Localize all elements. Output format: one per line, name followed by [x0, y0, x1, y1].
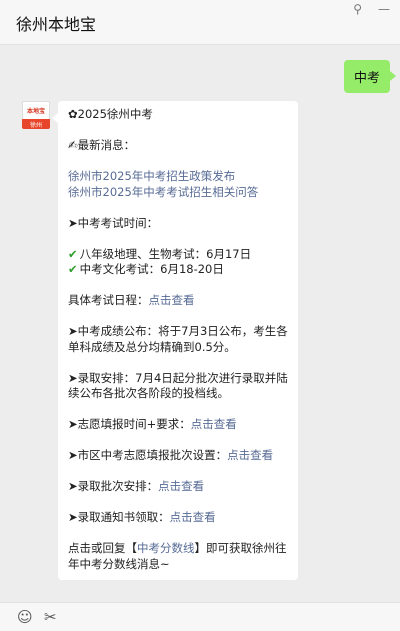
emoji-icon[interactable]: ☺ [17, 608, 33, 626]
input-toolbar: ☺ ✂ [0, 602, 400, 631]
minimize-icon[interactable]: — [378, 2, 390, 16]
title-bar: 徐州本地宝 ⚲ — [0, 0, 400, 45]
results-text: ➤中考成绩公布：将于7月3日公布，考生各单科成绩及总分均精确到0.5分。 [68, 324, 288, 354]
district-line: ➤市区中考志愿填报批次设置：点击查看 [68, 448, 274, 462]
scissors-icon[interactable]: ✂ [44, 608, 57, 626]
sent-bubble[interactable]: 中考 [343, 60, 397, 93]
notice-link[interactable]: 点击查看 [170, 510, 216, 524]
received-message-bubble: ✿2025徐州中考 ✍最新消息： 徐州市2025年中考招生政策发布 徐州市202… [52, 101, 298, 580]
district-link[interactable]: 点击查看 [227, 448, 273, 462]
avatar-logo-text: 本地宝 [26, 107, 45, 115]
exam-item: ✔ 八年级地理、生物考试：6月17日 [68, 246, 252, 261]
footer-text: 点击或回复【中考分数线】即可获取徐州往年中考分数线消息~ [68, 541, 287, 571]
check-icon: ✔ [68, 246, 78, 261]
window-controls: ⚲ — [353, 2, 390, 16]
news-heading: ✍最新消息： [68, 138, 136, 152]
exam-item: ✔ 中考文化考试：6月18-20日 [68, 262, 224, 276]
admission-text: ➤录取安排：7月4日起分批次进行录取并陆续公布各批次各阶段的投档线。 [68, 370, 288, 401]
notice-line: ➤录取通知书领取：点击查看 [68, 510, 216, 524]
schedule-link[interactable]: 点击查看 [149, 293, 195, 307]
sent-message: 中考 [343, 60, 397, 93]
check-icon: ✔ [68, 262, 78, 276]
news-link-policy[interactable]: 徐州市2025年中考招生政策发布 [68, 169, 289, 185]
batch-link[interactable]: 点击查看 [158, 479, 204, 493]
reply-header: ✿2025徐州中考 [68, 107, 153, 121]
volunteer-line: ➤志愿填报时间+要求：点击查看 [68, 417, 237, 431]
chat-title: 徐州本地宝 [16, 15, 97, 34]
pin-icon[interactable]: ⚲ [353, 2, 362, 16]
avatar[interactable]: 本地宝 徐州 [22, 101, 50, 129]
exam-time-heading: ➤中考考试时间： [68, 215, 159, 230]
news-link-faq[interactable]: 徐州市2025年中考考试招生相关问答 [68, 185, 289, 201]
avatar-city: 徐州 [22, 119, 50, 129]
score-line-link[interactable]: 中考分数线 [137, 541, 195, 555]
schedule-line: 具体考试日程：点击查看 [68, 293, 195, 307]
batch-line: ➤录取批次安排：点击查看 [68, 479, 205, 493]
volunteer-link[interactable]: 点击查看 [191, 417, 237, 431]
